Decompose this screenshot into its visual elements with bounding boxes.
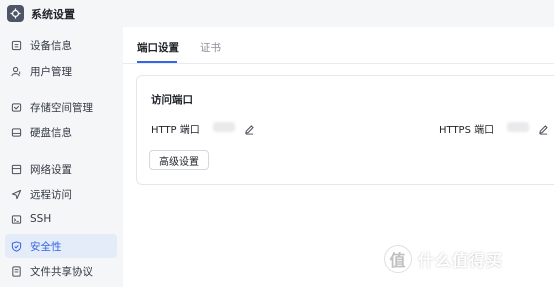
sidebar: 设备信息 用户管理 存储空间管理 硬盘信息 网络设置 远程访问 SSH 安全性 … <box>0 27 123 287</box>
tab-certificate[interactable]: 证书 <box>200 40 221 55</box>
sidebar-item-label: 网络设置 <box>30 163 72 176</box>
sidebar-item-label: 远程访问 <box>30 188 72 201</box>
edit-icon[interactable] <box>244 120 256 135</box>
sidebar-item-network[interactable]: 网络设置 <box>5 157 117 181</box>
sidebar-item-label: 安全性 <box>30 240 62 253</box>
advanced-settings-button[interactable]: 高级设置 <box>149 150 209 170</box>
http-port-label: HTTP 端口 <box>151 125 200 136</box>
sidebar-item-security[interactable]: 安全性 <box>5 234 117 258</box>
sidebar-item-label: 设备信息 <box>30 39 72 52</box>
sidebar-item-label: 硬盘信息 <box>30 126 72 139</box>
sidebar-item-ssh[interactable]: SSH <box>5 207 117 231</box>
storage-icon <box>10 101 22 113</box>
device-info-icon <box>10 39 22 51</box>
access-port-card: 访问端口 HTTP 端口 HTTPS 端口 高级设置 <box>136 75 554 185</box>
app-title: 系统设置 <box>31 8 75 21</box>
https-port-value-redacted <box>507 122 529 132</box>
watermark-logo: 值 <box>384 245 412 273</box>
http-port-value-redacted <box>213 122 235 132</box>
sidebar-item-label: SSH <box>30 213 52 225</box>
sidebar-item-label: 存储空间管理 <box>30 101 93 114</box>
tab-bar: 端口设置 证书 <box>123 27 554 64</box>
sidebar-item-storage[interactable]: 存储空间管理 <box>5 95 117 119</box>
network-icon <box>10 163 22 175</box>
https-port-label: HTTPS 端口 <box>439 125 495 136</box>
tab-port-settings[interactable]: 端口设置 <box>137 40 179 55</box>
sidebar-item-user-management[interactable]: 用户管理 <box>5 59 117 83</box>
sidebar-item-file-share[interactable]: 文件共享协议 <box>5 259 117 283</box>
watermark: 值 什么值得买 <box>384 245 503 273</box>
card-title: 访问端口 <box>151 94 193 106</box>
sidebar-item-device-info[interactable]: 设备信息 <box>5 33 117 57</box>
remote-access-icon <box>10 188 22 200</box>
title-bar: 系统设置 <box>0 0 554 27</box>
active-tab-indicator <box>137 61 177 63</box>
edit-icon[interactable] <box>538 120 550 135</box>
sidebar-item-label: 文件共享协议 <box>30 265 93 278</box>
terminal-icon <box>10 213 22 225</box>
file-share-icon <box>10 265 22 277</box>
sidebar-item-label: 用户管理 <box>30 65 72 78</box>
sidebar-item-disk-info[interactable]: 硬盘信息 <box>5 120 117 144</box>
user-icon <box>10 65 22 77</box>
settings-gear-icon <box>7 5 24 22</box>
shield-icon <box>10 240 22 252</box>
disk-icon <box>10 126 22 138</box>
sidebar-item-remote-access[interactable]: 远程访问 <box>5 182 117 206</box>
watermark-text: 什么值得买 <box>418 251 504 270</box>
